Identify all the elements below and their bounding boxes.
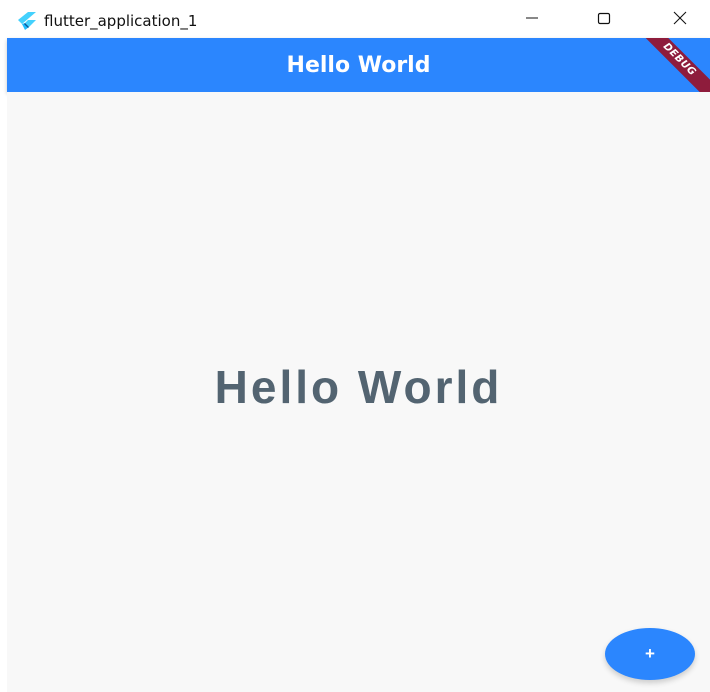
window-title: flutter_application_1 — [44, 12, 198, 30]
minimize-button[interactable] — [510, 4, 554, 36]
add-fab-button[interactable]: + — [605, 628, 695, 680]
app-window: flutter_application_1 Hello World DEBUG … — [0, 0, 710, 692]
close-button[interactable] — [658, 4, 702, 36]
close-icon — [672, 10, 688, 31]
app-bar: Hello World DEBUG — [7, 38, 710, 92]
app-bar-title: Hello World — [286, 53, 431, 78]
minimize-icon — [524, 10, 540, 31]
page-body: Hello World + — [7, 92, 710, 692]
center-hello-text: Hello World — [214, 361, 503, 413]
flutter-logo-icon — [16, 12, 36, 30]
title-bar[interactable]: flutter_application_1 — [0, 0, 710, 38]
maximize-icon — [596, 10, 612, 31]
maximize-button[interactable] — [582, 4, 626, 36]
window-frame-edge — [0, 38, 7, 692]
add-icon: + — [645, 644, 655, 663]
